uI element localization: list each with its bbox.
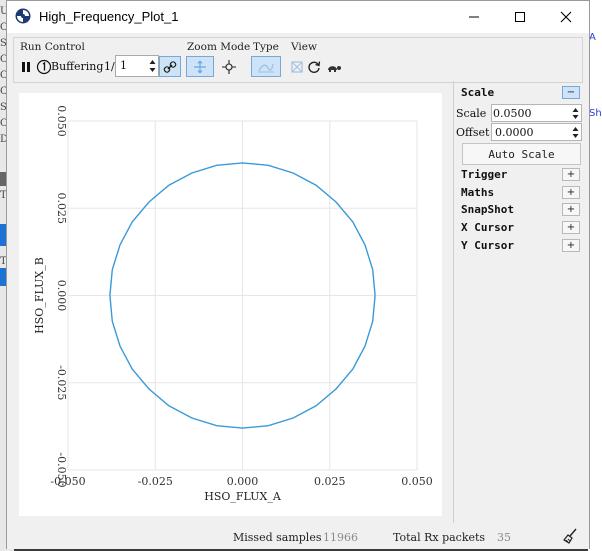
link-button[interactable] (159, 56, 181, 77)
maximize-button[interactable] (497, 1, 543, 33)
xy-plot[interactable]: -0.050-0.050 -0.025-0.0250.0000.0000.0250… (19, 93, 442, 516)
refresh-icon (308, 60, 321, 73)
zoom-arrows-icon (194, 60, 206, 73)
scale-section-title: Scale (461, 86, 495, 99)
y-cursor-section-header[interactable]: Y Cursor + (454, 238, 586, 255)
x-tick-label: -0.025 (138, 475, 173, 488)
y-tick-label: 0.000 (55, 280, 68, 312)
status-bar: Missed samples 11966 Total Rx packets 35 (7, 523, 589, 549)
single-shot-icon (36, 59, 52, 74)
expand-button[interactable]: + (562, 239, 580, 252)
expand-button[interactable]: + (562, 203, 580, 216)
pause-icon (22, 61, 30, 72)
section-title: Trigger (461, 168, 508, 181)
y-tick-label: 0.025 (55, 193, 68, 225)
y-tick-label: -0.025 (55, 365, 68, 400)
slow-mode-button[interactable] (323, 56, 345, 77)
title-bar[interactable]: High_Frequency_Plot_1 (7, 1, 589, 33)
fit-view-icon (291, 60, 303, 73)
missed-samples-label: Missed samples (233, 531, 322, 544)
scale-value: 0.0500 (493, 107, 532, 120)
auto-scale-button[interactable]: Auto Scale (462, 143, 581, 165)
maths-section-header[interactable]: Maths + (454, 185, 586, 202)
spin-arrows-icon[interactable] (149, 59, 156, 73)
section-title: Y Cursor (461, 239, 514, 252)
section-title: X Cursor (461, 221, 514, 234)
run-control-label: Run Control (20, 41, 85, 53)
buffer-spinbox-value: 1 (120, 59, 127, 72)
rx-packets-label: Total Rx packets (393, 531, 486, 544)
type-label: Type (253, 41, 279, 53)
snapshot-section-header[interactable]: SnapShot + (454, 202, 586, 219)
zoom-mode-label: Zoom Mode (187, 41, 251, 53)
x-tick-label: 0.000 (227, 475, 259, 488)
refresh-button[interactable] (303, 56, 325, 77)
expand-button[interactable]: + (562, 168, 580, 181)
expand-button[interactable]: + (562, 221, 580, 234)
close-icon (560, 11, 572, 23)
background-app-right: A Sh (588, 0, 602, 551)
buffer-count: 1/ (104, 60, 115, 73)
window-title: High_Frequency_Plot_1 (39, 9, 179, 24)
zoom-xy-button[interactable] (186, 56, 214, 77)
scale-spinbox[interactable]: 0.0500 (491, 104, 582, 122)
plot-area[interactable]: -0.050 -0.050 -0.025 -0.025 0.000 0.000 0.025 0… (19, 93, 442, 516)
section-title: Maths (461, 186, 495, 199)
offset-spinbox[interactable]: 0.0000 (491, 123, 582, 141)
crosshair-icon (222, 59, 236, 74)
bg-fragment: A (589, 32, 596, 43)
view-label: View (291, 41, 317, 53)
bg-fragment: Sh (589, 108, 602, 119)
xy-plot-icon (258, 63, 274, 72)
x-axis-label: HSO_FLUX_A (204, 490, 282, 503)
turtle-icon (328, 65, 341, 72)
scale-collapse-button[interactable]: − (562, 86, 580, 99)
spin-arrows-icon[interactable] (572, 107, 579, 120)
app-logo-icon (15, 8, 31, 24)
minimize-icon (469, 16, 479, 18)
x-tick-label: 0.050 (401, 475, 433, 488)
zoom-cursor-button[interactable] (218, 56, 240, 77)
link-icon (163, 60, 177, 73)
rx-packets-value: 35 (497, 531, 511, 544)
offset-value: 0.0000 (495, 126, 534, 139)
missed-samples-value: 11966 (323, 531, 358, 544)
trigger-section-header[interactable]: Trigger + (454, 167, 586, 184)
settings-panel: Scale − Scale 0.0500 Offset 0.0000 Auto … (453, 81, 585, 523)
buffer-spinbox[interactable]: 1 (115, 55, 159, 77)
expand-button[interactable]: + (562, 186, 580, 199)
maximize-icon (515, 12, 525, 22)
buffering-label: Buffering (51, 60, 104, 73)
offset-label: Offset (456, 126, 490, 139)
x-tick-label: 0.025 (314, 475, 346, 488)
close-button[interactable] (543, 1, 589, 33)
x-cursor-section-header[interactable]: X Cursor + (454, 220, 586, 237)
plot-type-button[interactable] (251, 56, 281, 77)
scale-label: Scale (456, 107, 487, 120)
y-tick-label: 0.050 (55, 105, 68, 137)
minimize-button[interactable] (451, 1, 497, 33)
scale-section-header[interactable]: Scale − (454, 85, 586, 102)
clear-brush-icon[interactable] (563, 528, 579, 544)
section-title: SnapShot (461, 203, 514, 216)
y-axis-label: HSO_FLUX_B (33, 257, 46, 334)
plot-window: High_Frequency_Plot_1 Run Control Zoom M… (6, 0, 590, 549)
y-tick-label: -0.050 (55, 452, 68, 487)
spin-arrows-icon[interactable] (572, 126, 579, 139)
